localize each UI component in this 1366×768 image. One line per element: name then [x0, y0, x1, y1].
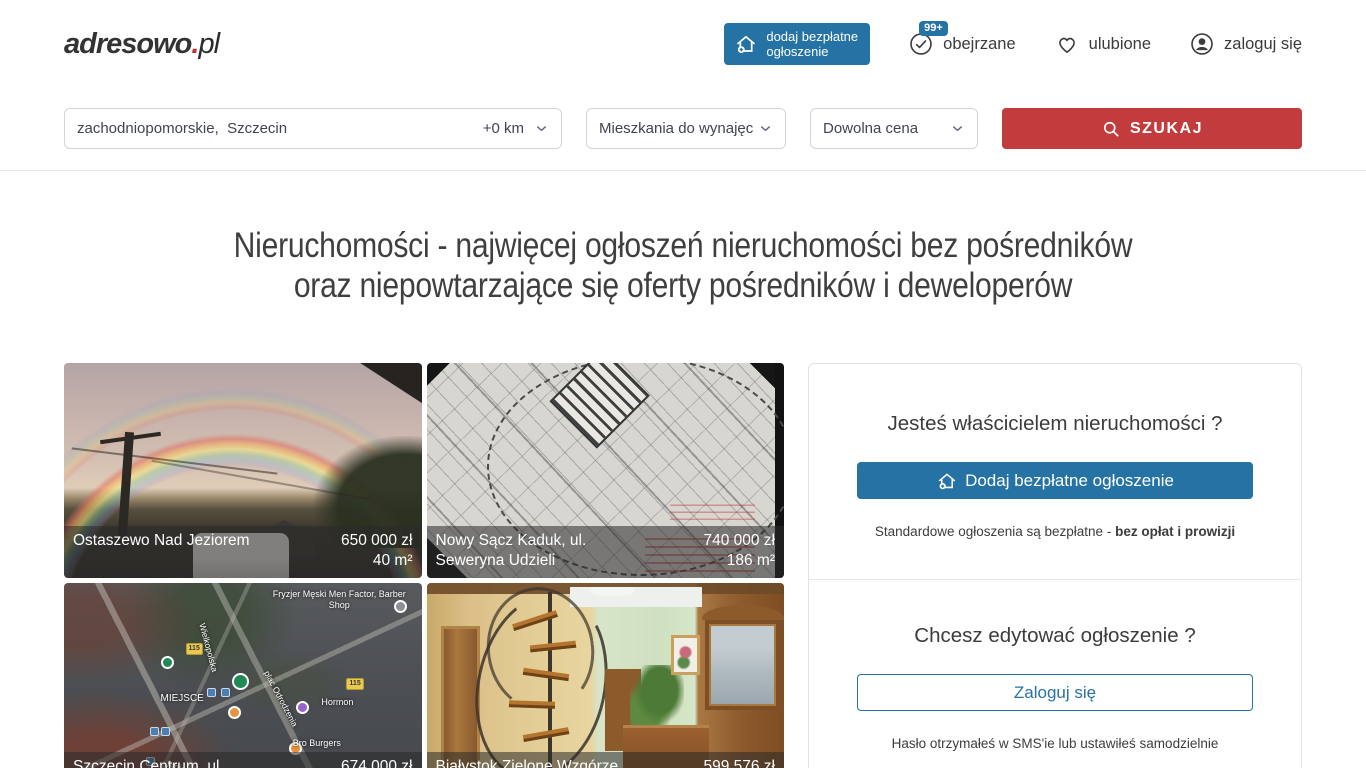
photo-layer — [702, 605, 784, 620]
panel-divider — [809, 579, 1301, 580]
listing-location: Nowy Sącz Kaduk, ul. Seweryna Udzieli — [436, 531, 621, 571]
category-select[interactable]: Mieszkania do wynajęc — [586, 108, 786, 149]
map-marker — [296, 701, 309, 714]
listing-price: 740 000 zł — [703, 531, 775, 551]
header: adresowo.pl dodaj bezpłatne ogłoszenie — [0, 0, 1366, 88]
photo-layer — [705, 620, 780, 710]
add-listing-button-label: dodaj bezpłatne ogłoszenie — [766, 29, 858, 59]
map-marker — [150, 727, 159, 736]
map-label: Hormon — [321, 697, 353, 707]
listing-location: Białystok Zielone Wzgórze — [436, 757, 619, 768]
owner-panel: Jesteś właścicielem nieruchomości ? Doda… — [808, 363, 1302, 768]
chevron-down-icon — [758, 121, 773, 136]
map-marker — [221, 688, 230, 697]
user-icon — [1189, 31, 1215, 57]
owner-panel-heading: Jesteś właścicielem nieruchomości ? — [857, 412, 1253, 436]
photo-layer — [279, 363, 422, 423]
search-button[interactable]: SZUKAJ — [1002, 108, 1302, 149]
chevron-down-icon — [950, 121, 965, 136]
nav-item-login[interactable]: zaloguj się — [1189, 31, 1302, 57]
map-street-label: plac Odrodzenia — [263, 669, 301, 728]
nav-item-favorites[interactable]: ulubione — [1054, 31, 1151, 57]
map-marker — [228, 706, 241, 719]
photo-layer — [441, 626, 480, 768]
map-marker — [161, 727, 170, 736]
panel-login-button[interactable]: Zaloguj się — [857, 674, 1253, 711]
logo-tld: pl — [198, 28, 219, 60]
category-value: Mieszkania do wynajęc — [599, 120, 753, 137]
map-label: Fryzjer Męski Men Factor, Barber Shop — [271, 589, 407, 611]
panel-add-listing-label: Dodaj bezpłatne ogłoszenie — [965, 471, 1174, 491]
heart-icon — [1054, 31, 1080, 57]
listing-caption: Ostaszewo Nad Jeziorem 650 000 zł 40 m² — [64, 526, 422, 578]
password-note: Hasło otrzymałeś w SMS'ie lub ustawiłeś … — [857, 736, 1253, 751]
favorites-label: ulubione — [1089, 35, 1151, 54]
listing-price: 599 576 zł — [703, 757, 775, 768]
listing-price: 674 000 zł — [341, 757, 413, 768]
listing-caption: Nowy Sącz Kaduk, ul. Seweryna Udzieli 74… — [427, 526, 785, 578]
listing-card[interactable]: Fryzjer Męski Men Factor, Barber Shop 11… — [64, 583, 422, 768]
price-select[interactable]: Dowolna cena — [810, 108, 978, 149]
hero: Nieruchomości - najwięcej ogłoszeń nieru… — [0, 226, 1366, 306]
search-icon — [1101, 119, 1121, 139]
logo-name: adresowo — [64, 28, 191, 60]
listing-location: Ostaszewo Nad Jeziorem — [73, 531, 250, 551]
photo-layer — [671, 635, 700, 676]
site-logo[interactable]: adresowo.pl — [64, 28, 219, 61]
content: Ostaszewo Nad Jeziorem 650 000 zł 40 m² … — [0, 363, 1366, 768]
free-listing-note: Standardowe ogłoszenia są bezpłatne - be… — [857, 524, 1253, 539]
map-marker — [161, 656, 174, 669]
login-label: zaloguj się — [1224, 35, 1302, 54]
listing-caption: Białystok Zielone Wzgórze 599 576 zł — [427, 752, 785, 768]
main: Nieruchomości - najwięcej ogłoszeń nieru… — [0, 226, 1366, 768]
listing-area: 186 m² — [703, 551, 775, 571]
add-listing-button[interactable]: dodaj bezpłatne ogłoszenie — [724, 23, 870, 65]
map-label: MIEJSCE — [161, 693, 204, 704]
viewed-iconwrap: 99+ — [908, 31, 934, 57]
map-marker — [232, 673, 249, 690]
listing-grid: Ostaszewo Nad Jeziorem 650 000 zł 40 m² … — [64, 363, 784, 768]
route-chip: 115 — [346, 678, 363, 690]
listing-caption: Szczecin Centrum, ul. 674 000 zł — [64, 752, 422, 768]
listing-price: 650 000 zł — [341, 531, 413, 551]
route-chip: 115 — [186, 643, 203, 655]
listing-location: Szczecin Centrum, ul. — [73, 757, 224, 768]
chevron-down-icon — [534, 121, 549, 136]
page-title: Nieruchomości - najwięcej ogłoszeń nieru… — [96, 226, 1271, 306]
viewed-badge: 99+ — [919, 21, 948, 36]
photo-layer — [570, 587, 702, 606]
top-chrome: adresowo.pl dodaj bezpłatne ogłoszenie — [0, 0, 1366, 171]
photo-layer — [670, 501, 756, 520]
radius-value: +0 km — [483, 120, 524, 137]
photo-layer — [591, 587, 634, 596]
listing-price-area: 650 000 zł 40 m² — [341, 531, 413, 571]
map-marker — [207, 688, 216, 697]
search-button-label: SZUKAJ — [1130, 120, 1203, 138]
listing-price-area: 599 576 zł — [703, 757, 775, 768]
location-input[interactable]: zachodniopomorskie, Szczecin +0 km — [64, 108, 562, 149]
listing-card[interactable]: Białystok Zielone Wzgórze 599 576 zł — [427, 583, 785, 768]
radius-select[interactable]: +0 km — [483, 120, 549, 137]
header-actions: dodaj bezpłatne ogłoszenie 99+ obejrzane — [724, 23, 1302, 65]
listing-card[interactable]: Ostaszewo Nad Jeziorem 650 000 zł 40 m² — [64, 363, 422, 578]
listing-price-area: 674 000 zł — [341, 757, 413, 768]
panel-add-listing-button[interactable]: Dodaj bezpłatne ogłoszenie — [857, 462, 1253, 499]
listing-area: 40 m² — [341, 551, 413, 571]
search-bar: zachodniopomorskie, Szczecin +0 km Miesz… — [0, 88, 1366, 170]
edit-heading: Chcesz edytować ogłoszenie ? — [857, 624, 1253, 648]
house-plus-icon — [734, 32, 758, 56]
map-marker — [394, 600, 407, 613]
listing-price-area: 740 000 zł 186 m² — [703, 531, 775, 571]
photo-layer — [72, 447, 278, 474]
price-value: Dowolna cena — [823, 120, 918, 137]
house-plus-icon — [936, 470, 958, 492]
listing-card[interactable]: Nowy Sącz Kaduk, ul. Seweryna Udzieli 74… — [427, 363, 785, 578]
location-value: zachodniopomorskie, Szczecin — [77, 120, 287, 137]
nav-item-viewed[interactable]: 99+ obejrzane — [908, 31, 1015, 57]
viewed-label: obejrzane — [943, 35, 1015, 54]
map-label: Bro Burgers — [293, 738, 341, 748]
